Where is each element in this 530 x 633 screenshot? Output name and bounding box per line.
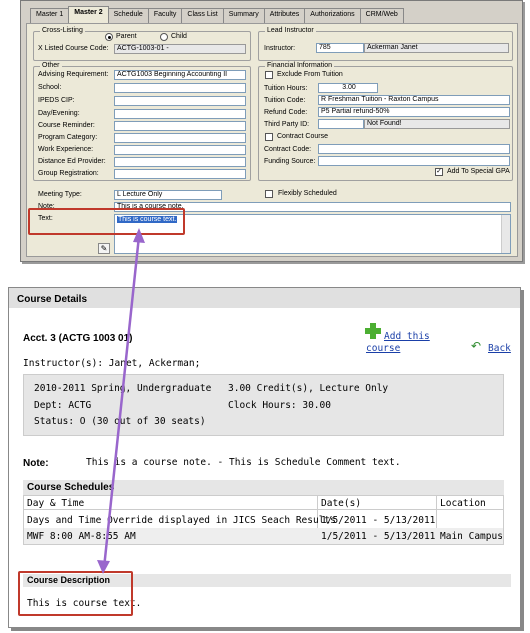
annotation-arrow	[97, 228, 145, 574]
